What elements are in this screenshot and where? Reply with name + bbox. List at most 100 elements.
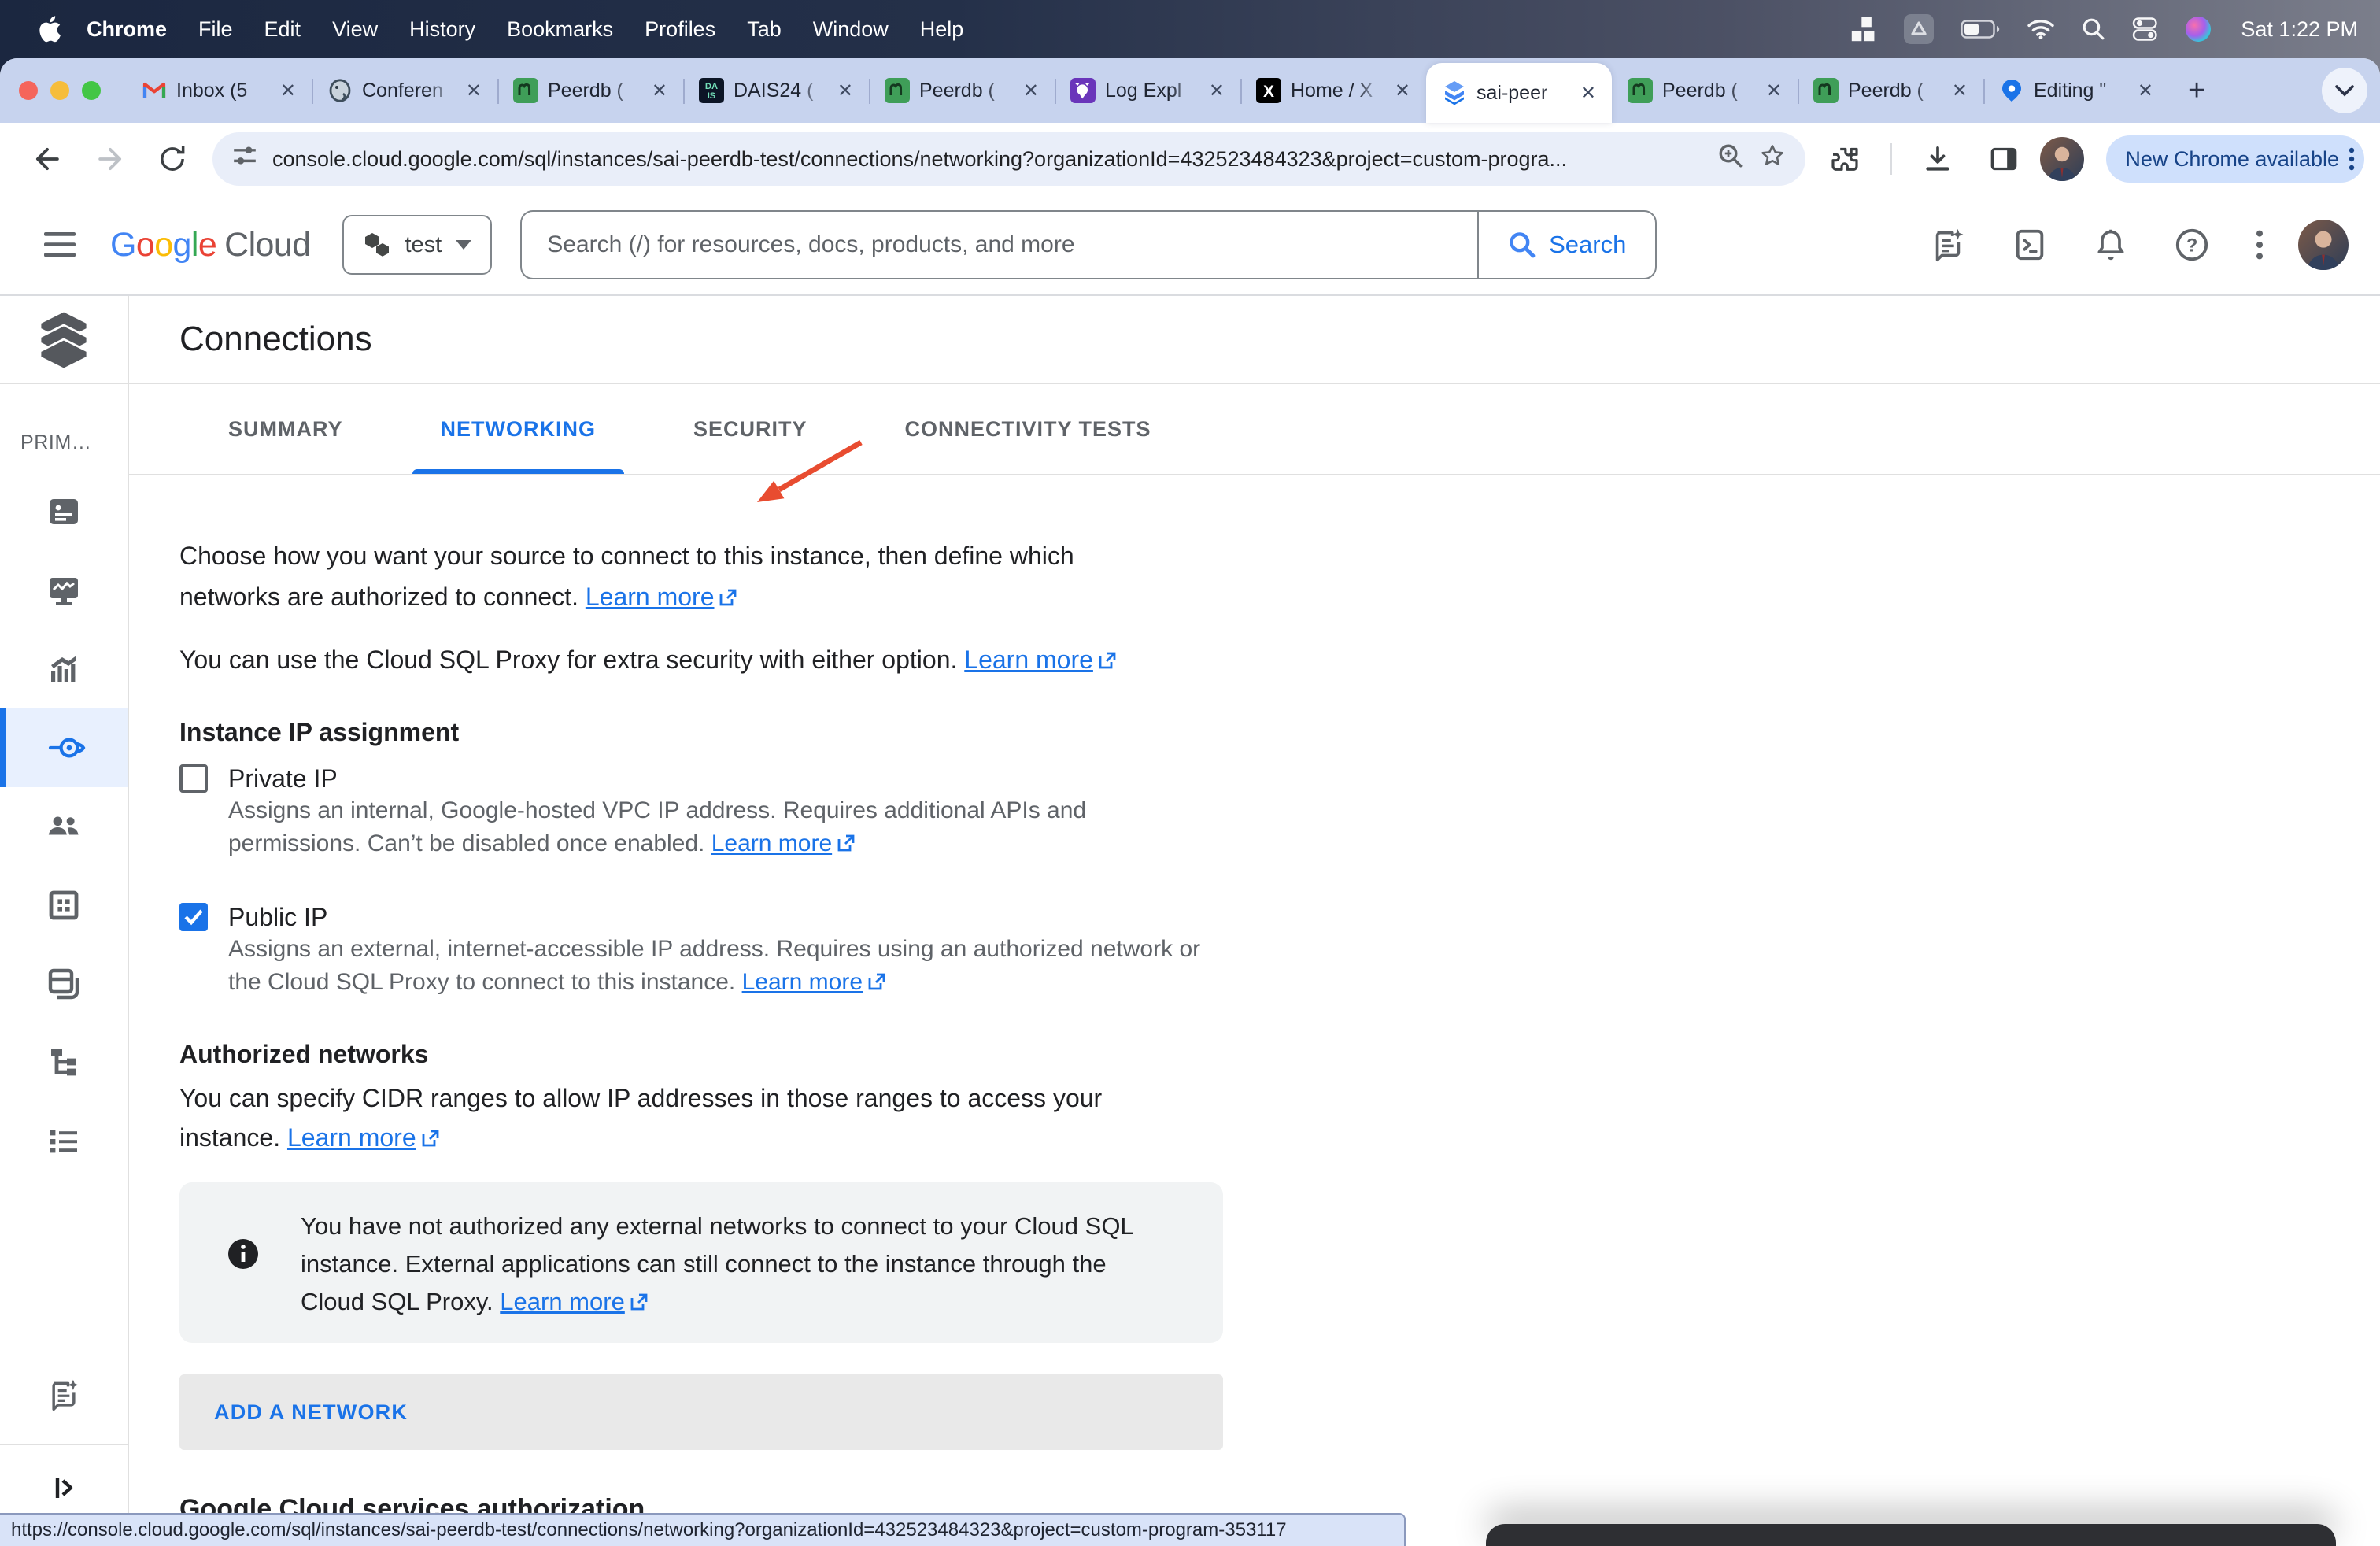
public-ip-checkbox[interactable]	[179, 903, 208, 931]
toolbar-divider	[1890, 143, 1892, 175]
menu-view[interactable]: View	[316, 17, 394, 42]
sidebar-item-query-insights[interactable]	[0, 630, 128, 708]
private-ip-checkbox[interactable]	[179, 764, 208, 793]
spotlight-icon[interactable]	[2082, 17, 2105, 41]
help-icon[interactable]: ?	[2163, 227, 2221, 263]
close-window-button[interactable]	[19, 81, 38, 100]
project-picker-button[interactable]: test	[342, 215, 493, 275]
sidebar-item-users[interactable]	[0, 787, 128, 866]
learn-more-link[interactable]: Learn more	[287, 1123, 440, 1152]
menu-window[interactable]: Window	[797, 17, 904, 42]
public-ip-label[interactable]: Public IP	[228, 901, 327, 933]
close-icon[interactable]: ✕	[834, 80, 856, 102]
menubar-clock[interactable]: Sat 1:22 PM	[2241, 17, 2358, 42]
hamburger-menu-icon[interactable]	[25, 232, 94, 257]
browser-tab-editing[interactable]: Editing " ✕	[1983, 58, 2169, 123]
search-button[interactable]: Search	[1477, 210, 1657, 279]
site-settings-icon[interactable]	[231, 142, 258, 176]
side-panel-icon[interactable]	[1974, 143, 2034, 175]
learn-more-link[interactable]: Learn more	[964, 645, 1117, 674]
browser-tab-inbox[interactable]: Inbox (5 ✕	[126, 58, 312, 123]
new-tab-button[interactable]: +	[2169, 74, 2224, 108]
siri-icon[interactable]	[2186, 17, 2211, 42]
dais24-favicon: DAIS	[699, 78, 724, 103]
back-button[interactable]	[16, 142, 79, 176]
search-input[interactable]: Search (/) for resources, docs, products…	[520, 210, 1477, 279]
bookmark-star-icon[interactable]	[1758, 142, 1787, 176]
page-title: Connections	[179, 320, 372, 359]
extensions-icon[interactable]	[1815, 143, 1875, 175]
apple-icon[interactable]	[38, 16, 61, 43]
tab-search-chevron-button[interactable]	[2322, 68, 2367, 113]
tab-networking[interactable]: NETWORKING	[412, 384, 624, 474]
browser-tab-peerdb-4[interactable]: Peerdb ( ✕	[1798, 58, 1983, 123]
menu-edit[interactable]: Edit	[249, 17, 317, 42]
sidebar-item-backups[interactable]	[0, 945, 128, 1023]
menu-help[interactable]: Help	[904, 17, 980, 42]
zoom-window-button[interactable]	[82, 81, 101, 100]
sidebar-item-databases[interactable]	[0, 866, 128, 945]
sidebar-item-connections[interactable]	[0, 708, 128, 787]
minimize-window-button[interactable]	[50, 81, 69, 100]
close-icon[interactable]: ✕	[1391, 80, 1414, 102]
reload-button[interactable]	[142, 142, 203, 176]
close-icon[interactable]: ✕	[1949, 80, 1971, 102]
close-icon[interactable]: ✕	[649, 80, 671, 102]
private-ip-label[interactable]: Private IP	[228, 763, 338, 794]
cloud-shell-icon[interactable]	[2001, 227, 2059, 263]
browser-tab-dais24[interactable]: DAIS DAIS24 ( ✕	[683, 58, 869, 123]
browser-tab-cloudsql-active[interactable]: sai-peer ✕	[1426, 63, 1612, 123]
sidebar-collapse-icon[interactable]	[0, 1472, 128, 1503]
tab-summary[interactable]: SUMMARY	[200, 384, 371, 474]
close-icon[interactable]: ✕	[2134, 80, 2156, 102]
menu-tab[interactable]: Tab	[731, 17, 797, 42]
release-notes-icon[interactable]	[1919, 227, 1977, 263]
sidebar-item-overview[interactable]	[0, 472, 128, 551]
more-options-kebab-icon[interactable]	[2245, 229, 2275, 261]
address-bar[interactable]: console.cloud.google.com/sql/instances/s…	[213, 132, 1805, 186]
chrome-update-chip[interactable]: New Chrome available	[2106, 135, 2364, 183]
browser-tab-conference[interactable]: Conferen ✕	[312, 58, 497, 123]
menubar-app-name[interactable]: Chrome	[71, 17, 183, 42]
learn-more-link[interactable]: Learn more	[586, 583, 738, 611]
main-content: SUMMARY NETWORKING SECURITY CONNECTIVITY…	[129, 384, 2380, 1546]
browser-tab-peerdb-2[interactable]: Peerdb ( ✕	[869, 58, 1055, 123]
close-icon[interactable]: ✕	[1577, 82, 1599, 105]
menu-bookmarks[interactable]: Bookmarks	[491, 17, 629, 42]
browser-profile-avatar[interactable]	[2040, 137, 2084, 181]
stats-blocks-icon[interactable]	[1850, 16, 1877, 43]
url-text[interactable]: console.cloud.google.com/sql/instances/s…	[272, 147, 1703, 172]
close-icon[interactable]: ✕	[1020, 80, 1042, 102]
menu-profiles[interactable]: Profiles	[629, 17, 731, 42]
control-center-icon[interactable]	[2132, 17, 2159, 41]
battery-icon[interactable]	[1961, 20, 2000, 39]
account-avatar[interactable]	[2298, 220, 2349, 270]
tab-security[interactable]: SECURITY	[665, 384, 836, 474]
sidebar-item-operations[interactable]	[0, 1102, 128, 1181]
notifications-bell-icon[interactable]	[2082, 227, 2139, 263]
download-icon[interactable]	[1908, 143, 1968, 175]
menubar-app-icon[interactable]	[1904, 14, 1934, 44]
google-cloud-logo[interactable]: Google Cloud	[110, 226, 311, 264]
add-network-button[interactable]: ADD A NETWORK	[179, 1374, 1223, 1450]
close-icon[interactable]: ✕	[1206, 80, 1228, 102]
close-icon[interactable]: ✕	[463, 80, 485, 102]
menu-history[interactable]: History	[394, 17, 491, 42]
tab-connectivity-tests[interactable]: CONNECTIVITY TESTS	[877, 384, 1180, 474]
learn-more-link[interactable]: Learn more	[711, 830, 856, 856]
forward-button[interactable]	[79, 142, 142, 176]
browser-tab-peerdb-1[interactable]: Peerdb ( ✕	[497, 58, 683, 123]
browser-tab-log-explorer[interactable]: Log Expl ✕	[1055, 58, 1240, 123]
close-icon[interactable]: ✕	[1763, 80, 1785, 102]
sidebar-item-system-insights[interactable]	[0, 551, 128, 630]
sidebar-release-notes-icon[interactable]	[0, 1378, 128, 1412]
browser-tab-peerdb-3[interactable]: Peerdb ( ✕	[1612, 58, 1798, 123]
close-icon[interactable]: ✕	[277, 80, 299, 102]
learn-more-link[interactable]: Learn more	[742, 969, 886, 995]
zoom-icon[interactable]	[1717, 142, 1744, 176]
learn-more-link[interactable]: Learn more	[500, 1288, 649, 1315]
browser-tab-x-home[interactable]: X Home / X ✕	[1240, 58, 1426, 123]
sidebar-item-replicas[interactable]	[0, 1023, 128, 1102]
menu-file[interactable]: File	[183, 17, 249, 42]
wifi-icon[interactable]	[2027, 19, 2055, 39]
